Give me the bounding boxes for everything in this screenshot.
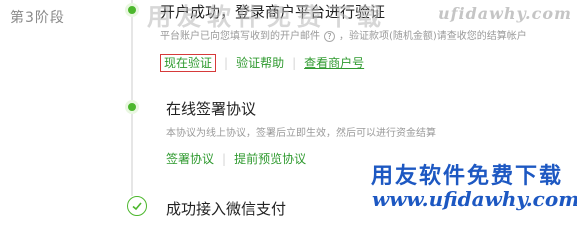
watermark-top-text: 用友软件免费下载 <box>147 3 387 31</box>
question-circle-icon[interactable]: ? <box>324 31 335 42</box>
step1-links: 现在验证 | 验证帮助 | 查看商户号 <box>160 54 364 72</box>
step3-title: 成功接入微信支付 <box>166 200 287 218</box>
check-circle-icon <box>127 196 147 216</box>
preview-agreement-link[interactable]: 提前预览协议 <box>234 152 306 166</box>
step2-title: 在线签署协议 <box>166 100 257 118</box>
sign-agreement-link[interactable]: 签署协议 <box>166 152 214 166</box>
stage-label: 第3阶段 <box>10 10 65 26</box>
link-separator: | <box>224 56 229 70</box>
verify-help-link[interactable]: 验证帮助 <box>236 56 284 70</box>
step1-dot <box>125 3 139 17</box>
watermark-top-url: ufidawhy.com <box>438 4 572 23</box>
link-separator: | <box>292 56 297 70</box>
verify-now-link[interactable]: 现在验证 <box>160 54 217 72</box>
view-merchant-id-link[interactable]: 查看商户号 <box>304 56 364 70</box>
step2-links: 签署协议 | 提前预览协议 <box>166 150 306 167</box>
watermark-logo-url: www.ufidawhy.com <box>372 187 577 211</box>
link-separator: | <box>222 152 227 166</box>
step2-dot <box>125 100 139 114</box>
step1-description-text: 平台账户已向您填写收到的开户邮件 <box>160 31 320 42</box>
timeline-line <box>131 0 133 196</box>
watermark-logo-text: 用友软件免费下载 <box>371 164 564 189</box>
step1-description-tail: ，验证款项(随机金额)请查收您的结算帐户 <box>339 31 527 42</box>
step2-description: 本协议为线上协议，签署后立即生效，然后可以进行资金结算 <box>166 128 436 139</box>
